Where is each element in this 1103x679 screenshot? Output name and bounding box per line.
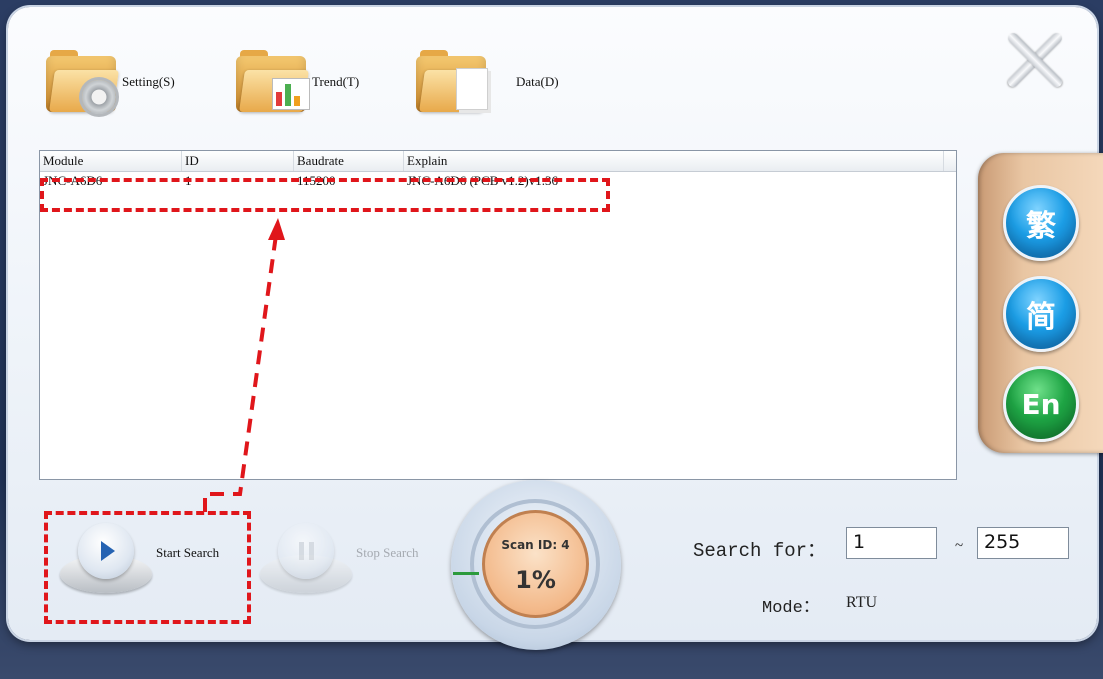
annotation-highlight-row	[40, 178, 610, 212]
search-for-label: Search for：	[693, 540, 827, 562]
mode-label: Mode：	[762, 599, 820, 618]
stop-search-button[interactable]: Stop Search	[258, 505, 418, 601]
trend-icon	[236, 50, 310, 114]
annotation-highlight-start	[44, 511, 251, 624]
stop-search-label: Stop Search	[356, 545, 419, 560]
range-separator: ~	[955, 538, 964, 554]
search-to-input[interactable]: 255	[977, 527, 1069, 559]
trend-label: Trend(T)	[312, 74, 360, 89]
data-icon	[416, 50, 489, 114]
data-button[interactable]: Data(D)	[416, 42, 559, 122]
column-header-id[interactable]: ID	[182, 151, 294, 171]
search-from-input[interactable]: 1	[846, 527, 937, 559]
document-icon	[456, 68, 488, 110]
setting-button[interactable]: Setting(S)	[46, 42, 175, 122]
data-label: Data(D)	[516, 74, 559, 89]
column-header-explain[interactable]: Explain	[404, 151, 944, 171]
scan-status: Scan ID: 4 1%	[482, 510, 589, 618]
scan-progress-dial: Scan ID: 4 1%	[451, 480, 621, 650]
setting-icon	[46, 50, 119, 114]
mode-value: RTU	[846, 594, 878, 611]
simplified-chinese-button[interactable]: 简	[1003, 276, 1079, 352]
scan-progress-indicator	[453, 572, 479, 575]
setting-label: Setting(S)	[122, 74, 175, 89]
bar-chart-icon	[272, 78, 310, 110]
gear-icon	[82, 80, 116, 114]
trend-button[interactable]: Trend(T)	[236, 42, 359, 122]
pause-icon	[258, 505, 354, 601]
scan-progress-text: 1%	[515, 566, 556, 594]
english-button[interactable]: En	[1003, 366, 1079, 442]
close-icon[interactable]	[1003, 28, 1065, 90]
list-header: Module ID Baudrate Explain	[40, 151, 956, 172]
column-header-module[interactable]: Module	[40, 151, 182, 171]
scan-id-label: Scan ID: 4	[501, 538, 570, 552]
traditional-chinese-button[interactable]: 繁	[1003, 185, 1079, 261]
column-header-baudrate[interactable]: Baudrate	[294, 151, 404, 171]
